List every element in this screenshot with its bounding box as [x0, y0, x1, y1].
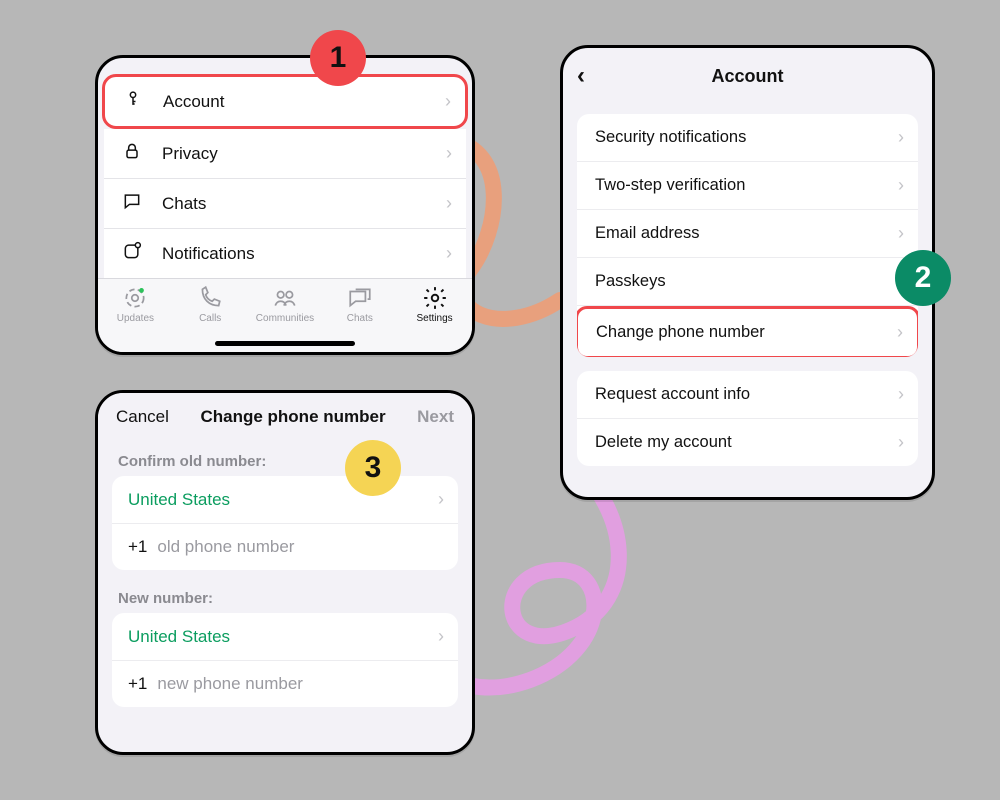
new-phone-input[interactable]: new phone number: [157, 674, 444, 694]
chevron-right-icon: ›: [445, 91, 451, 112]
chat-bubble-icon: [122, 191, 144, 216]
account-row-delete-account[interactable]: Delete my account ›: [577, 419, 918, 466]
row-label: Delete my account: [595, 433, 732, 452]
settings-screen: Account › Privacy › Chats ›: [95, 55, 475, 355]
nav-title: Change phone number: [200, 407, 385, 427]
cancel-button[interactable]: Cancel: [116, 407, 169, 427]
chevron-right-icon: ›: [898, 175, 904, 196]
chevron-right-icon: ›: [897, 322, 903, 343]
new-phone-input-row[interactable]: +1 new phone number: [112, 661, 458, 707]
tab-bar: Updates Calls Communities Chats Settings: [98, 278, 472, 352]
key-icon: [123, 89, 145, 114]
tab-label: Communities: [256, 313, 314, 324]
nav-bar: ‹ Account: [563, 48, 932, 104]
account-row-email-address[interactable]: Email address ›: [577, 210, 918, 258]
settings-row-account[interactable]: Account ›: [102, 74, 468, 129]
settings-row-notifications[interactable]: Notifications ›: [104, 229, 466, 278]
chevron-right-icon: ›: [438, 489, 444, 510]
row-label: Security notifications: [595, 128, 746, 147]
new-number-label: New number:: [98, 578, 472, 613]
dial-code: +1: [128, 674, 147, 694]
tab-chats[interactable]: Chats: [327, 285, 393, 324]
new-country-picker[interactable]: United States ›: [112, 613, 458, 661]
account-row-passkeys[interactable]: Passkeys›: [577, 258, 918, 306]
row-label: Request account info: [595, 385, 750, 404]
account-screen: ‹ Account Security notifications › Two-st…: [560, 45, 935, 500]
old-phone-input-row[interactable]: +1 old phone number: [112, 524, 458, 570]
dial-code: +1: [128, 537, 147, 557]
change-number-screen: Cancel Change phone number Next Confirm …: [95, 390, 475, 755]
account-row-request-info[interactable]: Request account info ›: [577, 371, 918, 419]
account-row-change-phone-number[interactable]: Change phone number ›: [577, 306, 918, 357]
row-label: Change phone number: [596, 323, 765, 342]
chevron-right-icon: ›: [898, 432, 904, 453]
old-country-picker[interactable]: United States ›: [112, 476, 458, 524]
back-button[interactable]: ‹: [577, 64, 585, 88]
tab-calls[interactable]: Calls: [177, 285, 243, 324]
nav-title: Account: [712, 66, 784, 87]
country-name: United States: [128, 490, 230, 510]
app-badge-icon: [122, 241, 144, 266]
country-name: United States: [128, 627, 230, 647]
lock-icon: [122, 141, 144, 166]
settings-row-label: Chats: [162, 194, 446, 214]
chevron-right-icon: ›: [898, 384, 904, 405]
next-button[interactable]: Next: [417, 407, 454, 427]
nav-bar: Cancel Change phone number Next: [98, 393, 472, 441]
chevron-right-icon: ›: [446, 193, 452, 214]
tab-settings[interactable]: Settings: [402, 285, 468, 324]
step-badge-3: 3: [345, 440, 401, 496]
tab-label: Updates: [117, 313, 154, 324]
tab-communities[interactable]: Communities: [252, 285, 318, 324]
tab-label: Chats: [347, 313, 373, 324]
settings-row-label: Privacy: [162, 144, 446, 164]
chevron-right-icon: ›: [898, 127, 904, 148]
chevron-right-icon: ›: [446, 243, 452, 264]
chevron-right-icon: ›: [438, 626, 444, 647]
step-badge-2: 2: [895, 250, 951, 306]
tab-label: Settings: [417, 313, 453, 324]
settings-row-chats[interactable]: Chats ›: [104, 179, 466, 229]
settings-row-label: Notifications: [162, 244, 446, 264]
step-badge-1: 1: [310, 30, 366, 86]
tab-label: Calls: [199, 313, 221, 324]
account-row-security-notifications[interactable]: Security notifications ›: [577, 114, 918, 162]
account-row-two-step[interactable]: Two-step verification ›: [577, 162, 918, 210]
row-label: Passkeys: [595, 272, 666, 291]
settings-row-privacy[interactable]: Privacy ›: [104, 129, 466, 179]
chevron-right-icon: ›: [446, 143, 452, 164]
home-indicator: [215, 341, 355, 346]
row-label: Email address: [595, 224, 700, 243]
old-number-label: Confirm old number:: [98, 441, 472, 476]
row-label: Two-step verification: [595, 176, 745, 195]
old-phone-input[interactable]: old phone number: [157, 537, 444, 557]
settings-row-label: Account: [163, 92, 445, 112]
tab-updates[interactable]: Updates: [102, 285, 168, 324]
chevron-right-icon: ›: [898, 223, 904, 244]
